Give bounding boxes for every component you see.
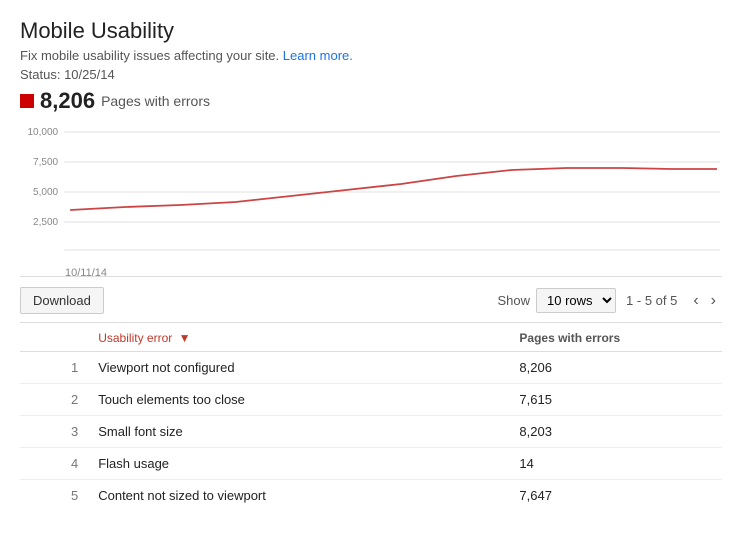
row-num: 2 — [20, 384, 90, 416]
svg-text:7,500: 7,500 — [33, 157, 58, 168]
subtitle-text: Fix mobile usability issues affecting yo… — [20, 48, 279, 63]
table-body: 1 Viewport not configured 8,206 2 Touch … — [20, 352, 722, 512]
learn-more-link[interactable]: Learn more. — [283, 48, 353, 63]
table-header-row: Usability error ▼ Pages with errors — [20, 323, 722, 352]
row-num: 4 — [20, 448, 90, 480]
table-row: 2 Touch elements too close 7,615 — [20, 384, 722, 416]
row-error: Flash usage — [90, 448, 511, 480]
row-pages: 8,206 — [511, 352, 722, 384]
error-count: 8,206 — [40, 88, 95, 114]
col-error-header: Usability error ▼ — [90, 323, 511, 352]
page-title: Mobile Usability — [20, 18, 722, 44]
prev-page-button[interactable]: ‹ — [687, 290, 704, 312]
error-summary: 8,206 Pages with errors — [20, 88, 722, 114]
page-container: Mobile Usability Fix mobile usability is… — [0, 0, 742, 521]
sort-arrow-icon: ▼ — [179, 331, 191, 345]
status-line: Status: 10/25/14 — [20, 67, 722, 82]
toolbar: Download Show 10 rows 25 rows 50 rows 1 … — [20, 277, 722, 323]
table-row: 4 Flash usage 14 — [20, 448, 722, 480]
col-error-label: Usability error — [98, 331, 172, 345]
show-label: Show — [498, 293, 531, 308]
error-description: Pages with errors — [101, 93, 210, 109]
error-color-indicator — [20, 94, 34, 108]
usability-table: Usability error ▼ Pages with errors 1 Vi… — [20, 323, 722, 511]
row-pages: 7,615 — [511, 384, 722, 416]
row-num: 3 — [20, 416, 90, 448]
pagination-info: 1 - 5 of 5 — [626, 293, 677, 308]
table-row: 3 Small font size 8,203 — [20, 416, 722, 448]
rows-select[interactable]: 10 rows 25 rows 50 rows — [536, 288, 616, 313]
chart-x-label: 10/11/14 — [20, 265, 722, 279]
chart-svg: 10,000 7,500 5,000 2,500 — [20, 122, 722, 262]
table-row: 5 Content not sized to viewport 7,647 — [20, 480, 722, 512]
svg-text:2,500: 2,500 — [33, 217, 58, 228]
row-error: Touch elements too close — [90, 384, 511, 416]
chart-container: 10,000 7,500 5,000 2,500 10/11/14 — [20, 122, 722, 277]
table-row: 1 Viewport not configured 8,206 — [20, 352, 722, 384]
row-pages: 7,647 — [511, 480, 722, 512]
row-num: 5 — [20, 480, 90, 512]
svg-text:10,000: 10,000 — [27, 127, 58, 138]
col-num-header — [20, 323, 90, 352]
row-pages: 14 — [511, 448, 722, 480]
svg-text:5,000: 5,000 — [33, 187, 58, 198]
download-button[interactable]: Download — [20, 287, 104, 314]
row-num: 1 — [20, 352, 90, 384]
next-page-button[interactable]: › — [705, 290, 722, 312]
row-error: Viewport not configured — [90, 352, 511, 384]
row-error: Content not sized to viewport — [90, 480, 511, 512]
subtitle: Fix mobile usability issues affecting yo… — [20, 48, 722, 63]
row-pages: 8,203 — [511, 416, 722, 448]
col-pages-header: Pages with errors — [511, 323, 722, 352]
row-error: Small font size — [90, 416, 511, 448]
